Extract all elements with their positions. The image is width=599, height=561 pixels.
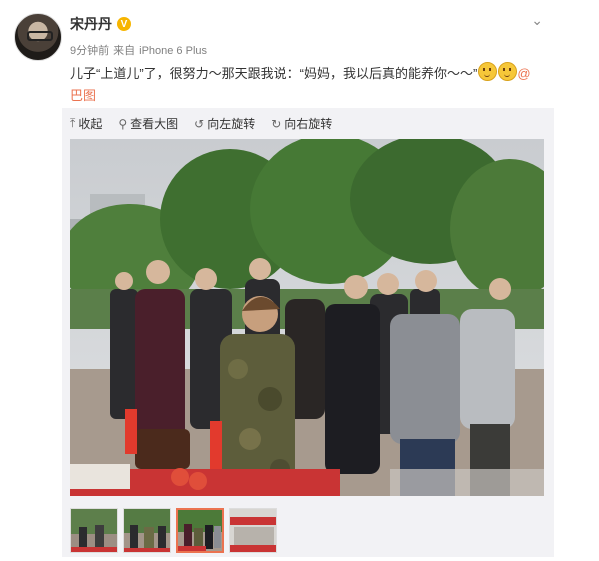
smile-emoji-icon bbox=[498, 62, 518, 81]
smile-emoji-icon bbox=[478, 62, 498, 81]
photo-scene bbox=[70, 139, 544, 496]
post-body: 儿子“上道儿”了，很努力～那天跟我说：“妈妈，我以后真的能养你～～” bbox=[70, 66, 478, 81]
view-large-label: 查看大图 bbox=[130, 117, 179, 131]
thumbnail-strip bbox=[70, 508, 277, 553]
avatar-glasses bbox=[27, 31, 53, 41]
thumbnail-2-image bbox=[124, 509, 170, 552]
thumbnail-3-selected[interactable] bbox=[176, 508, 224, 553]
collapse-button[interactable]: ⤒ 收起 bbox=[70, 115, 102, 132]
rotate-right-label: 向右旋转 bbox=[284, 117, 333, 131]
collapse-label: 收起 bbox=[78, 117, 103, 131]
rotate-left-icon: ↺ bbox=[194, 116, 205, 131]
post-source-prefix: 来自 bbox=[113, 45, 136, 57]
avatar[interactable] bbox=[14, 13, 62, 61]
rotate-left-label: 向左旋转 bbox=[207, 117, 256, 131]
chevron-down-icon[interactable]: ⌄ bbox=[531, 12, 543, 29]
post-time[interactable]: 9分钟前 bbox=[70, 45, 109, 57]
verified-badge-icon: V bbox=[117, 17, 131, 31]
post-source[interactable]: iPhone 6 Plus bbox=[139, 45, 207, 57]
rotate-left-button[interactable]: ↺ 向左旋转 bbox=[194, 115, 255, 132]
user-name[interactable]: 宋丹丹 bbox=[70, 14, 112, 34]
rotate-right-button[interactable]: ↻ 向右旋转 bbox=[271, 115, 332, 132]
thumbnail-4-image bbox=[230, 509, 276, 552]
media-toolbar: ⤒ 收起 ⚲ 查看大图 ↺ 向左旋转 ↻ 向右旋转 bbox=[70, 115, 332, 132]
mention-prefix: @ bbox=[517, 66, 531, 81]
thumbnail-2[interactable] bbox=[123, 508, 171, 553]
user-name-row: 宋丹丹 V bbox=[70, 14, 131, 34]
view-large-button[interactable]: ⚲ 查看大图 bbox=[118, 115, 178, 132]
post-meta: 9分钟前 来自 iPhone 6 Plus bbox=[70, 42, 211, 58]
magnifier-icon: ⚲ bbox=[118, 116, 128, 131]
thumbnail-1-image bbox=[71, 509, 117, 552]
mention-name: 巴图 bbox=[70, 88, 97, 103]
rotate-right-icon: ↻ bbox=[271, 116, 282, 131]
thumbnail-3-image bbox=[178, 510, 222, 551]
thumbnail-1[interactable] bbox=[70, 508, 118, 553]
post-photo[interactable] bbox=[70, 139, 544, 496]
thumbnail-4[interactable] bbox=[229, 508, 277, 553]
arrow-up-icon: ⤒ bbox=[70, 116, 76, 130]
post-text: 儿子“上道儿”了，很努力～那天跟我说：“妈妈，我以后真的能养你～～” @ 巴图 bbox=[70, 62, 545, 107]
